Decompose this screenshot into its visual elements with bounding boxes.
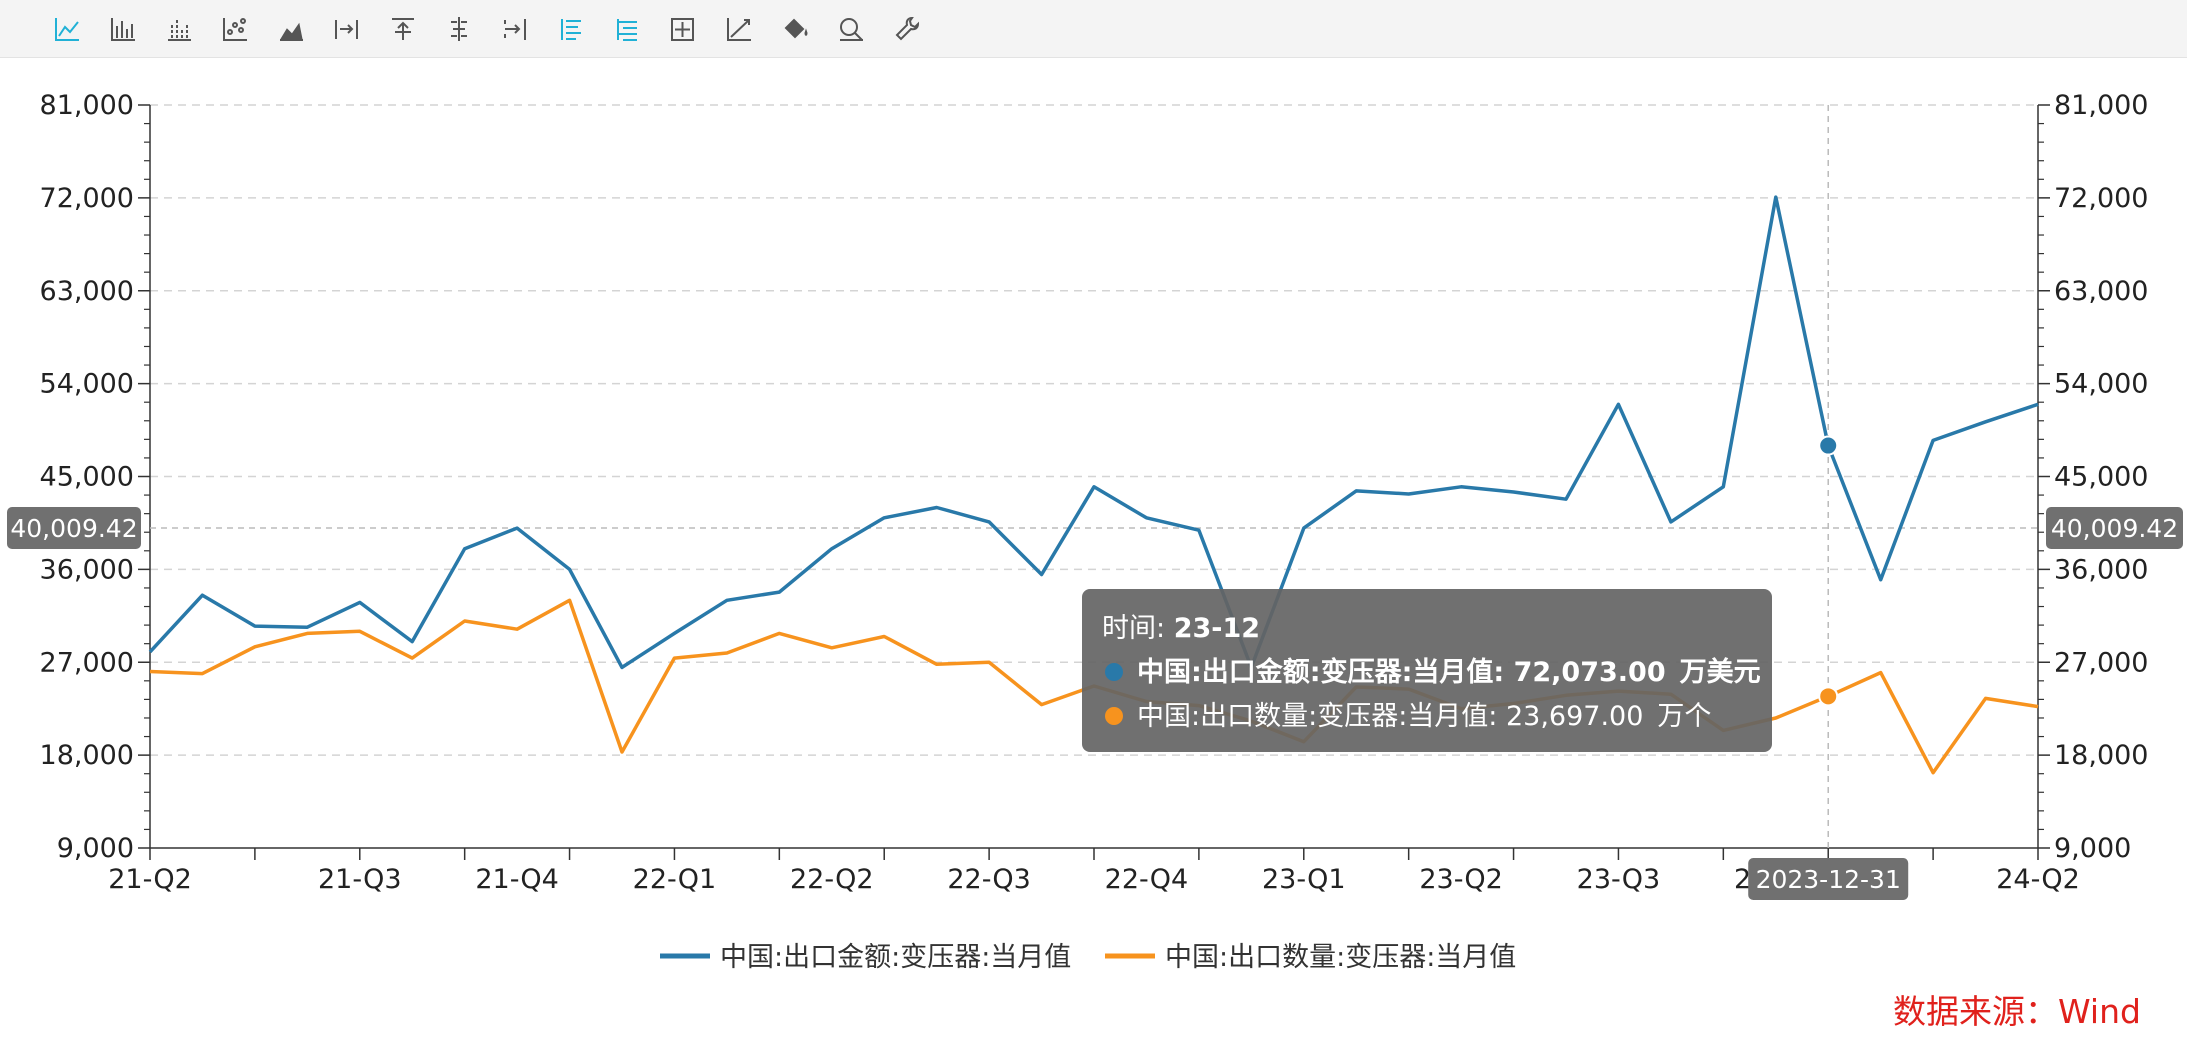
scatter-chart-icon <box>223 18 247 41</box>
area-chart-button[interactable] <box>274 12 308 46</box>
trend-line-button[interactable] <box>722 12 756 46</box>
tooltip-row-amount: 中国:出口金额:变压器:当月值: 72,073.00 万美元 <box>1102 651 1772 695</box>
y-left-tick-label: 63,000 <box>40 276 134 307</box>
tooltip-row-quantity: 中国:出口数量:变压器:当月值: 23,697.00 万个 <box>1102 695 1772 739</box>
tooltip-quantity-dot <box>1105 706 1123 725</box>
align-right-icon <box>335 20 358 39</box>
tooltip-time-label: 时间: <box>1102 613 1174 644</box>
tooltip-quantity-value: 23,697.00 <box>1505 701 1644 732</box>
x-tick-label: 22-Q4 <box>1105 864 1189 895</box>
fill-bucket-button[interactable] <box>778 12 812 46</box>
line-chart-button[interactable] <box>50 12 84 46</box>
y-left-tick-label: 81,000 <box>40 90 134 121</box>
scatter-chart-button[interactable] <box>218 12 252 46</box>
crosshair-box-icon <box>671 18 694 41</box>
series-export-quantity-point <box>1818 686 1839 707</box>
tooltip-quantity-unit: 万个 <box>1657 701 1712 732</box>
y-right-tick-label: 18,000 <box>2054 740 2148 771</box>
wrench-button[interactable] <box>890 12 924 46</box>
align-end-button[interactable] <box>498 12 532 46</box>
x-tick-label: 22-Q1 <box>633 864 717 895</box>
legend-label-quantity: 中国:出口数量:变压器:当月值 <box>1165 942 1516 973</box>
crosshair-left-value: 40,009.42 <box>7 507 141 549</box>
trend-line-icon <box>727 18 751 41</box>
list-right-icon <box>617 19 637 41</box>
x-tick-label: 23-Q2 <box>1419 864 1503 895</box>
y-left-tick-label: 54,000 <box>40 369 134 400</box>
data-source-note: 数据来源：Wind <box>1893 992 2141 1031</box>
tooltip-time-value: 23-12 <box>1173 613 1261 644</box>
zoom-button[interactable] <box>834 12 868 46</box>
list-left-icon <box>561 19 581 40</box>
align-top-icon <box>392 18 414 40</box>
y-right-tick-label: 9,000 <box>2054 833 2131 864</box>
zoom-icon <box>840 18 863 41</box>
y-right-tick-label: 36,000 <box>2054 554 2148 585</box>
y-left-tick-label: 36,000 <box>40 554 134 585</box>
crosshair-right-value: 40,009.42 <box>2046 507 2183 549</box>
wrench-icon <box>895 16 920 41</box>
crosshair-date-label-text: 2023-12-31 <box>1756 865 1901 894</box>
y-right-tick-label: 45,000 <box>2054 462 2148 493</box>
x-tick-label: 22-Q2 <box>790 864 874 895</box>
tooltip-amount-unit: 万美元 <box>1679 657 1761 688</box>
x-tick-label: 22-Q3 <box>947 864 1031 895</box>
series-export-amount-point <box>1818 435 1839 456</box>
y-left-tick-label: 72,000 <box>40 183 134 214</box>
x-tick-label: 23-Q3 <box>1577 864 1661 895</box>
y-right-tick-label: 54,000 <box>2054 369 2148 400</box>
y-right-tick-label: 72,000 <box>2054 183 2148 214</box>
line-chart: 9,000 9,000 18,000 18,000 27,000 27,000 36,000… <box>7 90 2183 973</box>
align-top-button[interactable] <box>386 12 420 46</box>
align-center-icon <box>451 17 467 41</box>
bar-chart-icon <box>111 18 135 41</box>
x-tick-label: 21-Q3 <box>318 864 402 895</box>
data-tooltip: 时间: 23-12 中国:出口金额:变压器:当月值: 72,073.00 万美元 … <box>1082 589 1772 752</box>
crosshair-date-label: 2023-12-31 <box>1748 858 1909 900</box>
bar-chart-button[interactable] <box>106 12 140 46</box>
stacked-bar-icon <box>168 20 191 41</box>
align-right-button[interactable] <box>330 12 364 46</box>
list-right-button[interactable] <box>610 12 644 46</box>
align-end-icon <box>504 19 526 40</box>
y-left-tick-label: 9,000 <box>57 833 134 864</box>
crosshair-left-value-text: 40,009.42 <box>10 514 137 543</box>
stacked-bar-button[interactable] <box>162 12 196 46</box>
tooltip-amount-dot <box>1105 662 1123 681</box>
crosshair-right-value-text: 40,009.42 <box>2051 514 2178 543</box>
tooltip-time-row: 时间: 23-12 <box>1102 607 1772 651</box>
x-tick-label: 23-Q1 <box>1262 864 1346 895</box>
list-left-button[interactable] <box>554 12 588 46</box>
fill-bucket-icon <box>784 18 808 39</box>
area-chart-icon <box>280 22 303 41</box>
line-chart-icon <box>55 18 79 41</box>
y-left-tick-label: 45,000 <box>40 462 134 493</box>
x-tick-label: 21-Q4 <box>475 864 559 895</box>
align-center-button[interactable] <box>442 12 476 46</box>
y-right-tick-label: 63,000 <box>2054 276 2148 307</box>
y-left-tick-label: 27,000 <box>40 647 134 678</box>
tooltip-amount-value: 72,073.00 <box>1513 657 1666 688</box>
y-right-tick-label: 27,000 <box>2054 647 2148 678</box>
tooltip-quantity-label: 中国:出口数量:变压器:当月值: <box>1137 701 1506 732</box>
y-left-tick-label: 18,000 <box>40 740 134 771</box>
tooltip-amount-label: 中国:出口金额:变压器:当月值: <box>1137 657 1514 688</box>
y-right-tick-label: 81,000 <box>2054 90 2148 121</box>
legend-label-amount: 中国:出口金额:变压器:当月值 <box>720 942 1071 973</box>
chart-toolbar <box>0 0 2187 58</box>
crosshair-box-button[interactable] <box>666 12 700 46</box>
x-tick-label: 21-Q2 <box>108 864 192 895</box>
x-tick-label: 24-Q2 <box>1996 864 2080 895</box>
